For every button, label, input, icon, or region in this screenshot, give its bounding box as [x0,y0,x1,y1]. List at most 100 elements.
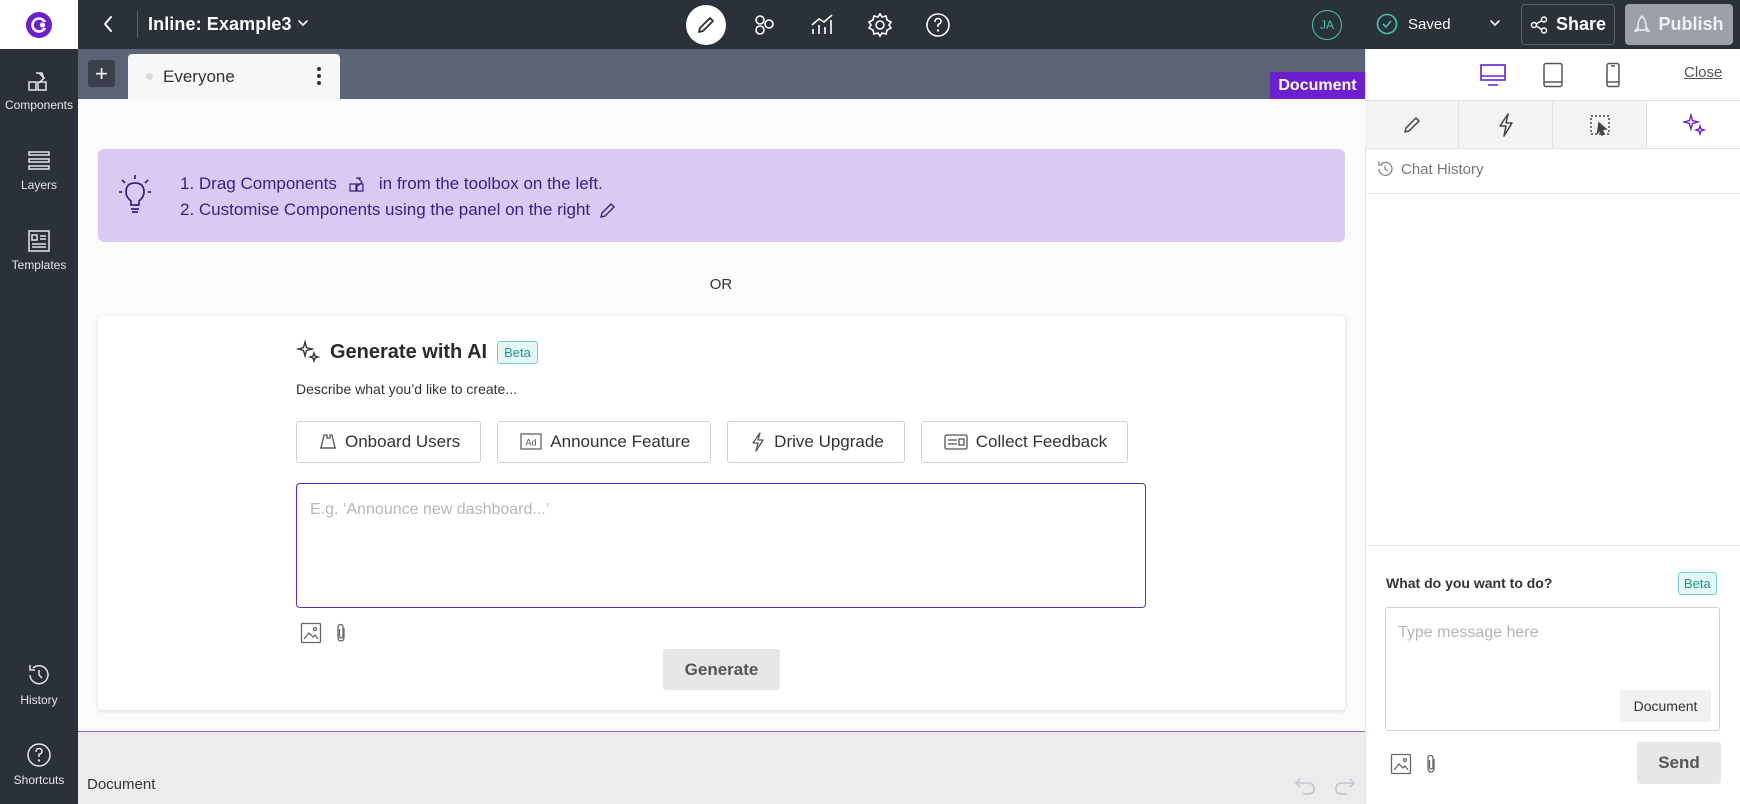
desktop-icon [1480,64,1506,86]
chart-icon [811,14,833,34]
tab-selection[interactable] [1553,101,1647,148]
beta-badge: Beta [1678,572,1717,595]
ad-icon: Ad [520,433,542,450]
publish-button[interactable]: Publish [1625,4,1733,45]
left-toolbar: Components Layers Templates History Shor… [0,49,78,804]
shortcuts-button[interactable]: Shortcuts [0,742,78,787]
generate-subtitle: Describe what you’d like to create... [296,381,517,397]
lightning-icon [1498,112,1513,137]
help-icon [926,13,950,37]
history-label: History [20,693,58,707]
beta-badge: Beta [497,340,538,364]
svg-text:Ad: Ad [526,438,537,448]
history-button[interactable]: History [0,662,78,707]
history-icon [29,664,49,685]
targeting-button[interactable] [744,5,784,45]
components-icon [349,177,364,192]
pencil-icon [600,203,616,218]
experience-title[interactable]: Inline: Example3 [148,14,292,35]
app-logo[interactable] [0,0,78,49]
announce-feature-chip[interactable]: Ad Announce Feature [497,421,712,463]
chip-label: Onboard Users [345,432,461,451]
tab-design[interactable] [1365,101,1459,148]
chevron-left-icon [103,16,112,32]
edit-mode-button[interactable] [686,5,726,45]
help-button[interactable] [918,5,958,45]
save-options-button[interactable] [1488,16,1502,30]
undo-button[interactable] [1294,776,1316,796]
chip-label: Collect Feedback [975,432,1108,451]
generate-title: Generate with AI [330,340,488,363]
or-divider: OR [709,276,733,293]
share-icon [1530,15,1548,34]
paperclip-icon[interactable] [1424,754,1438,774]
desktop-preview-button[interactable] [1476,60,1510,90]
back-button[interactable] [96,12,120,36]
tab-ai[interactable] [1647,101,1740,148]
components-icon [28,72,47,91]
undo-icon [1294,778,1315,795]
close-panel-link[interactable]: Close [1684,64,1722,81]
analytics-button[interactable] [802,5,842,45]
divider [137,11,138,38]
divider [1365,193,1740,194]
chat-attachments [1390,753,1438,775]
mobile-preview-button[interactable] [1596,60,1630,90]
components-label: Components [4,98,74,112]
lightbulb-icon [118,174,152,216]
image-upload-icon[interactable] [1390,753,1412,775]
tip-line-2: 2. Customise Components using the panel … [180,197,618,223]
device-preview-switcher [1476,60,1630,90]
select-element-icon [1589,114,1610,136]
publish-label: Publish [1658,14,1724,34]
drive-upgrade-chip[interactable]: Drive Upgrade [727,421,905,463]
history-icon [1378,161,1393,177]
templates-button[interactable]: Templates [0,229,78,272]
image-upload-icon[interactable] [300,622,322,644]
segment-more-button[interactable] [316,66,322,86]
tab-actions[interactable] [1459,101,1553,148]
collect-feedback-chip[interactable]: Collect Feedback [920,421,1129,463]
title-dropdown-button[interactable] [296,16,310,30]
user-avatar[interactable]: JA [1312,10,1342,40]
current-element-label[interactable]: Document [87,776,155,793]
divider [1365,545,1740,546]
context-chip[interactable]: Document [1620,690,1711,722]
layers-button[interactable]: Layers [0,149,78,192]
generate-header: Generate with AI Beta [296,340,538,364]
mobile-icon [1606,62,1620,88]
feedback-icon [944,434,968,450]
tablet-preview-button[interactable] [1536,60,1570,90]
layers-label: Layers [20,178,58,192]
segment-tab-label: Everyone [163,66,235,86]
generate-button[interactable]: Generate [663,649,780,690]
tip-line-1-end: in from the toolbox on the left. [378,174,603,193]
send-button[interactable]: Send [1637,742,1721,784]
redo-button[interactable] [1334,776,1356,796]
chevron-down-icon [1490,20,1500,27]
ai-prompt-input[interactable]: E.g. ‘Announce new dashboard...’ [296,483,1146,608]
rocket-icon [1634,14,1651,32]
sparkle-icon [1681,112,1706,136]
ask-label: What do you want to do? [1386,575,1553,591]
chip-label: Announce Feature [550,432,691,451]
pencil-icon [698,17,714,33]
status-dot [146,73,153,80]
components-button[interactable]: Components [0,69,78,112]
share-button[interactable]: Share [1521,4,1615,45]
logo-icon [26,11,52,38]
document-tag[interactable]: Document [1270,72,1365,99]
top-bar: Inline: Example3 JA Saved Share Publish [0,0,1740,49]
onboard-users-chip[interactable]: Onboard Users [296,421,482,463]
chat-history-link[interactable]: Chat History [1376,160,1484,178]
tip-line-1: 1. Drag Components in from the toolbox o… [180,171,618,197]
chat-history-label: Chat History [1401,160,1484,178]
paperclip-icon[interactable] [334,623,348,643]
save-status: Saved [1376,13,1451,35]
add-segment-button[interactable]: + [88,60,115,87]
tablet-icon [1543,62,1563,88]
segment-tab-everyone[interactable]: Everyone [128,54,340,99]
settings-button[interactable] [860,5,900,45]
templates-label: Templates [11,258,67,272]
share-label: Share [1555,14,1607,34]
